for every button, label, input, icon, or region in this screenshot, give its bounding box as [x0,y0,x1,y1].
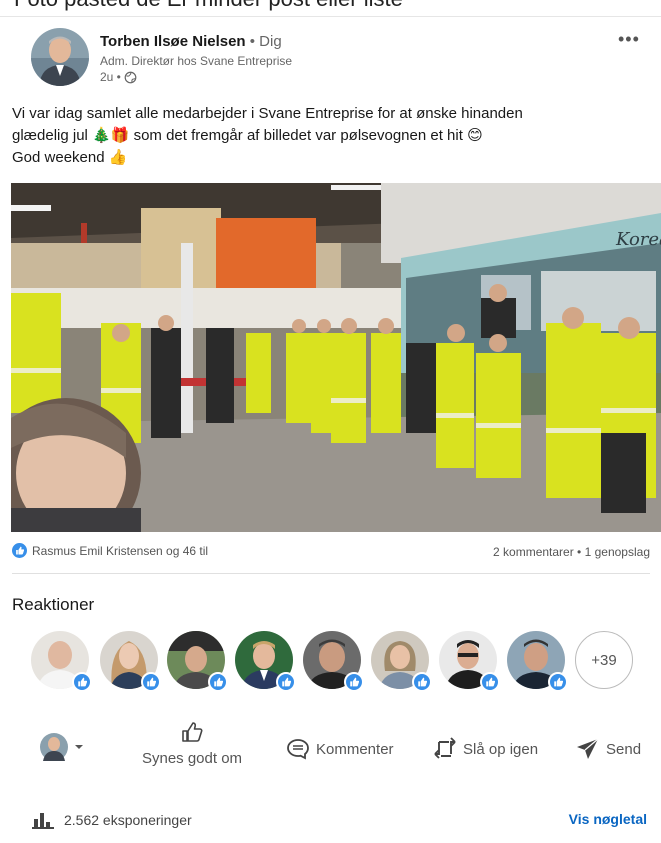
repost-icon [434,737,456,759]
globe-icon [124,71,137,83]
impressions-label: 2.562 eksponeringer [64,812,192,828]
author-avatar[interactable] [31,28,89,86]
post-photo[interactable]: Korea [11,183,661,532]
send-button[interactable]: Send [576,738,641,760]
author-name[interactable]: Torben Ilsøe Nielsen [100,33,246,50]
likes-summary[interactable]: Rasmus Emil Kristensen og 46 til [12,543,208,558]
likes-summary-text: Rasmus Emil Kristensen og 46 til [32,543,209,558]
repost-button-label: Slå op igen [463,740,539,758]
bar-chart-icon [32,813,54,829]
like-badge-icon [480,672,500,692]
truck-sign-text: Korea [615,229,661,250]
post-text-line: Vi var idag samlet alle medarbejder i Sv… [12,105,523,122]
reactor-avatar[interactable] [507,631,568,692]
more-options-icon[interactable]: ••• [618,29,640,50]
reactor-avatar[interactable] [31,631,92,692]
top-strip-text: Foto pasted de Er minder post eller list… [14,0,403,12]
divider [12,573,650,574]
caret-down-icon [75,745,83,749]
reactor-avatar[interactable] [303,631,364,692]
post-text-line: glædelig jul 🎄🎁 som det fremgår af bille… [12,127,483,144]
post-time: 2u • [100,69,292,85]
like-badge-icon [548,672,568,692]
send-icon [577,738,599,759]
author-headline: Adm. Direktør hos Svane Entreprise [100,54,293,68]
like-button[interactable]: Synes godt om [132,720,252,778]
post-text: Vi var idag samlet alle medarbejder i Sv… [12,103,652,169]
post-text-line: God weekend 👍 [12,149,128,166]
reaction-selector[interactable] [40,733,84,761]
like-badge-icon [276,672,296,692]
reactor-avatar[interactable] [439,631,500,692]
impressions: 2.562 eksponeringer [32,811,192,829]
comment-icon [287,739,309,760]
comment-button-label: Kommenter [316,740,394,758]
author-info: Torben Ilsøe Nielsen • Dig Adm. Direktør… [100,33,292,85]
reactor-avatar[interactable] [167,631,228,692]
like-badge-icon [412,672,432,692]
view-analytics-link[interactable]: Vis nøgletal [569,811,647,827]
like-button-label: Synes godt om [141,750,243,767]
post-card: Torben Ilsøe Nielsen • Dig Adm. Direktør… [0,16,661,843]
more-reactors-button[interactable]: +39 [575,631,633,689]
like-badge-icon [344,672,364,692]
post-time-label: 2u • [100,70,121,84]
like-reaction-icon [12,543,27,558]
reactions-heading: Reaktioner [12,595,95,614]
like-badge-icon [141,672,161,692]
send-button-label: Send [606,740,642,758]
reactor-avatar[interactable] [235,631,296,692]
comment-button[interactable]: Kommenter [286,738,394,760]
reactor-avatar[interactable] [100,631,161,692]
comments-reposts-count[interactable]: 2 kommentarer • 1 genopslag [493,545,650,559]
like-badge-icon [72,672,92,692]
thumbs-up-icon [182,722,203,742]
like-badge-icon [208,672,228,692]
connection-degree: • Dig [249,33,282,50]
social-counts: Rasmus Emil Kristensen og 46 til 2 komme… [12,543,650,563]
repost-button[interactable]: Slå op igen [433,736,538,762]
reactor-avatar[interactable] [371,631,432,692]
user-avatar-small-icon [40,733,68,761]
top-clipped-text: Foto pasted de Er minder post eller list… [0,0,661,16]
